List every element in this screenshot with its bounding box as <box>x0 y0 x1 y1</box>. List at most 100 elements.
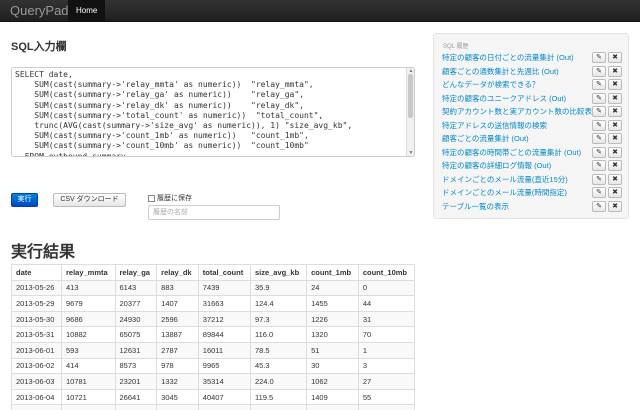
table-cell: 1320 <box>306 326 359 343</box>
history-item-link[interactable]: 契約アカウント数と実アカウント数の比較表 <box>442 106 592 117</box>
table-cell: 24 <box>306 279 359 297</box>
delete-icon[interactable]: ✖ <box>608 187 622 198</box>
brand-link[interactable]: QueryPad <box>10 3 69 18</box>
sql-history-list: 特定の顧客の日付ごとの流量集計 (Out) ✎ ✖ 顧客ごとの通数集計と先週比 (Ou… <box>440 51 626 213</box>
edit-icon[interactable]: ✎ <box>592 106 606 117</box>
history-item-link[interactable]: テーブル一覧の表示 <box>442 201 509 212</box>
table-cell: 10882 <box>61 326 116 343</box>
sql-textarea[interactable]: SELECT date, SUM(cast(summary->'relay_mm… <box>11 67 415 157</box>
column-header-relay-dk: relay_dk <box>156 264 199 281</box>
table-cell: 12 <box>357 404 416 410</box>
table-cell: 31 <box>357 310 416 328</box>
edit-icon[interactable]: ✎ <box>592 200 606 212</box>
edit-icon[interactable]: ✎ <box>592 187 606 198</box>
history-name-input[interactable]: 履歴の名前 <box>148 205 280 220</box>
delete-icon[interactable]: ✖ <box>608 200 622 212</box>
column-header-total-count: total_count <box>197 264 251 281</box>
table-cell: 20377 <box>114 295 158 312</box>
delete-icon[interactable]: ✖ <box>608 79 622 90</box>
save-history-option[interactable]: 履歴に保存 <box>148 193 192 203</box>
save-history-label: 履歴に保存 <box>157 195 192 202</box>
history-item: テーブル一覧の表示 ✎ ✖ <box>440 200 626 214</box>
table-cell: 2013-05-31 <box>11 326 62 343</box>
history-item-link[interactable]: 特定の顧客のユニークアドレス (Out) <box>442 93 566 104</box>
table-cell: 8573 <box>114 357 158 375</box>
table-cell: 7439 <box>197 279 251 297</box>
table-cell: 3 <box>357 357 416 375</box>
delete-icon[interactable]: ✖ <box>608 173 622 185</box>
edit-icon[interactable]: ✎ <box>592 160 606 171</box>
table-cell: 119.5 <box>249 388 308 406</box>
history-item-link[interactable]: 特定アドレスの送信情報の検索 <box>442 120 547 131</box>
edit-icon[interactable]: ✎ <box>592 65 606 77</box>
edit-icon[interactable]: ✎ <box>592 79 606 90</box>
delete-icon[interactable]: ✖ <box>608 119 622 131</box>
delete-icon[interactable]: ✖ <box>608 146 622 158</box>
table-cell: 413 <box>61 279 116 297</box>
delete-icon[interactable]: ✖ <box>608 92 622 104</box>
table-cell: 2160 <box>156 404 199 410</box>
table-row: 2013-06-04 10721 26641 3045 40407 119.5 1409 55 <box>11 388 416 406</box>
table-cell: 2596 <box>156 310 199 328</box>
table-cell: 65075 <box>114 326 158 343</box>
sql-scrollbar-thumb[interactable] <box>408 74 413 118</box>
table-cell: 10050 <box>61 404 116 410</box>
table-cell: 35314 <box>197 373 251 390</box>
table-cell: 40407 <box>197 388 251 406</box>
run-button[interactable]: 実行 <box>11 193 38 207</box>
history-item: ドメインごとのメール流量(時間指定) ✎ ✖ <box>440 186 626 200</box>
table-cell: 883 <box>156 279 199 297</box>
history-item-link[interactable]: 顧客ごとの流量集計 (Out) <box>442 133 529 144</box>
history-item: 特定の顧客の日付ごとの流量集計 (Out) ✎ ✖ <box>440 51 626 65</box>
table-cell: 26641 <box>114 388 158 406</box>
column-header-date: date <box>11 264 62 281</box>
history-item-link[interactable]: どんなデータが検索できる？ <box>442 79 539 90</box>
edit-icon[interactable]: ✎ <box>592 173 606 185</box>
history-item-link[interactable]: 顧客ごとの通数集計と先週比 (Out) <box>442 66 559 77</box>
save-history-checkbox[interactable] <box>148 194 155 202</box>
delete-icon[interactable]: ✖ <box>608 133 622 144</box>
table-cell: 978 <box>156 357 199 375</box>
history-item-link[interactable]: 特定の顧客の詳細ログ情報 (Out) <box>442 160 551 171</box>
edit-icon[interactable]: ✎ <box>592 119 606 131</box>
history-item-link[interactable]: 特定の顧客の日付ごとの流量集計 (Out) <box>442 52 574 63</box>
table-row: 2013-06-05100502364121603585194.6114512 <box>11 404 416 410</box>
table-cell: 1455 <box>306 295 359 312</box>
history-item: 特定の顧客の時間帯ごとの流量集計 (Out) ✎ ✖ <box>440 146 626 160</box>
table-cell: 1407 <box>156 295 199 312</box>
table-cell: 124.4 <box>249 295 308 312</box>
sql-query-text: SELECT date, SUM(cast(summary->'relay_mm… <box>15 70 353 157</box>
history-item-link[interactable]: 特定の顧客の時間帯ごとの流量集計 (Out) <box>442 147 581 158</box>
delete-icon[interactable]: ✖ <box>608 52 622 63</box>
table-cell: 89844 <box>197 326 251 343</box>
edit-icon[interactable]: ✎ <box>592 146 606 158</box>
history-item-link[interactable]: ドメインごとのメール流量(時間指定) <box>442 187 567 198</box>
edit-icon[interactable]: ✎ <box>592 133 606 144</box>
sql-history-panel: SQL 履歴 特定の顧客の日付ごとの流量集計 (Out) ✎ ✖ 顧客ごとの通数集計と… <box>433 33 629 219</box>
table-cell: 30 <box>306 357 359 375</box>
table-row: 2013-06-02 414 8573 978 9965 45.3 30 3 <box>11 357 416 375</box>
table-cell: 2013-06-04 <box>11 388 62 406</box>
csv-download-button[interactable]: CSV ダウンロード <box>53 193 126 207</box>
history-item-link[interactable]: ドメインごとのメール流量(直近15分) <box>442 174 568 185</box>
history-item: 顧客ごとの流量集計 (Out) ✎ ✖ <box>440 132 626 146</box>
table-cell: 10781 <box>61 373 116 390</box>
scroll-down-arrow-icon[interactable]: ▼ <box>407 150 414 156</box>
nav-home-link[interactable]: Home <box>68 0 106 22</box>
table-cell: 70 <box>357 326 416 343</box>
edit-icon[interactable]: ✎ <box>592 92 606 104</box>
table-cell: 2013-06-02 <box>11 357 62 375</box>
history-item: 特定アドレスの送信情報の検索 ✎ ✖ <box>440 119 626 133</box>
table-row: 2013-05-31 10882 65075 13887 89844 116.0 1320 7… <box>11 326 416 343</box>
table-cell: 31663 <box>197 295 251 312</box>
table-cell: 10721 <box>61 388 116 406</box>
sql-scrollbar[interactable]: ▲ ▼ <box>406 68 414 156</box>
delete-icon[interactable]: ✖ <box>608 65 622 77</box>
delete-icon[interactable]: ✖ <box>608 106 622 117</box>
delete-icon[interactable]: ✖ <box>608 160 622 171</box>
table-cell: 23641 <box>114 404 158 410</box>
history-item: 契約アカウント数と実アカウント数の比較表 ✎ ✖ <box>440 105 626 119</box>
table-cell: 44 <box>357 295 416 312</box>
edit-icon[interactable]: ✎ <box>592 52 606 63</box>
history-item: 顧客ごとの通数集計と先週比 (Out) ✎ ✖ <box>440 65 626 79</box>
